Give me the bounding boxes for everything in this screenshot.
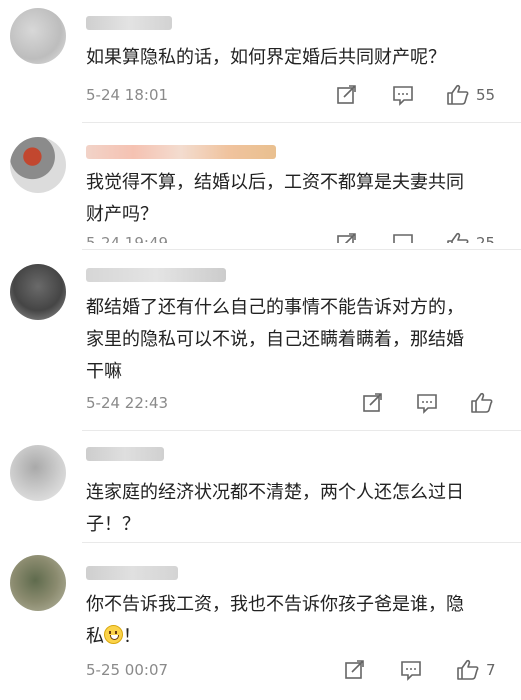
- username-blurred[interactable]: [86, 268, 226, 282]
- like-count: 25: [476, 234, 496, 243]
- comment-meta: 5-24 22:43: [86, 391, 506, 415]
- comment-text-part: 你不告诉我工资，我也不告诉你孩子爸是谁，隐 私: [86, 594, 464, 647]
- reply-icon: [401, 661, 421, 681]
- comment-text-part: ！: [123, 626, 141, 647]
- thumbs-up-icon: [447, 84, 469, 105]
- reply-button[interactable]: [400, 658, 422, 682]
- like-count: 55: [476, 86, 496, 104]
- avatar[interactable]: [10, 555, 66, 611]
- thumbs-up-icon: [471, 392, 493, 413]
- thumbs-up-icon: [457, 659, 479, 680]
- comment-time: 5-24 22:43: [86, 394, 169, 412]
- comment-text: 连家庭的经济状况都不清楚，两个人还怎么过日 子！？: [86, 482, 464, 535]
- avatar[interactable]: [10, 8, 66, 64]
- username-blurred[interactable]: [86, 447, 164, 461]
- thumbs-up-icon: [447, 232, 469, 243]
- repost-button[interactable]: [336, 231, 358, 243]
- repost-icon: [363, 393, 382, 412]
- comment-divider: [82, 122, 521, 123]
- avatar[interactable]: [10, 264, 66, 320]
- repost-icon: [345, 660, 364, 679]
- username-blurred[interactable]: [86, 566, 178, 580]
- repost-button[interactable]: [344, 658, 366, 682]
- comment-meta: 5-24 19:49 25: [86, 231, 506, 243]
- comment-divider: [82, 249, 521, 250]
- reply-button[interactable]: [416, 391, 438, 415]
- like-button[interactable]: 25: [446, 231, 495, 243]
- comment-divider: [82, 430, 521, 431]
- avatar[interactable]: [10, 137, 66, 193]
- repost-icon: [337, 233, 356, 243]
- like-count: 7: [486, 661, 496, 679]
- comment-time: 5-24 18:01: [86, 86, 169, 104]
- username-blurred[interactable]: [86, 145, 276, 159]
- repost-icon: [337, 85, 356, 104]
- comment-meta: 5-24 18:01 55: [86, 83, 506, 107]
- like-button[interactable]: [470, 391, 494, 415]
- comment-text: 如果算隐私的话，如何界定婚后共同财产呢？: [86, 47, 446, 68]
- reply-icon: [417, 394, 437, 414]
- comment-meta: 5-25 00:07 7: [86, 658, 506, 682]
- repost-button[interactable]: [362, 391, 384, 415]
- smile-emoji: [104, 625, 123, 644]
- like-button[interactable]: 55: [446, 83, 495, 107]
- like-button[interactable]: 7: [456, 658, 496, 682]
- avatar[interactable]: [10, 445, 66, 501]
- reply-icon: [393, 234, 413, 243]
- comment-time: 5-25 00:07: [86, 661, 169, 679]
- username-blurred[interactable]: [86, 16, 172, 30]
- comment-time: 5-24 19:49: [86, 234, 169, 243]
- reply-button[interactable]: [392, 231, 414, 243]
- reply-icon: [393, 86, 413, 106]
- reply-button[interactable]: [392, 83, 414, 107]
- comment-divider: [82, 542, 521, 543]
- comment-text: 我觉得不算，结婚以后，工资不都算是夫妻共同 财产吗？: [86, 172, 464, 225]
- comment-text: 都结婚了还有什么自己的事情不能告诉对方的， 家里的隐私可以不说，自己还瞒着瞒着，…: [86, 297, 464, 382]
- comment-text: 你不告诉我工资，我也不告诉你孩子爸是谁，隐 私！: [86, 589, 498, 653]
- repost-button[interactable]: [336, 83, 358, 107]
